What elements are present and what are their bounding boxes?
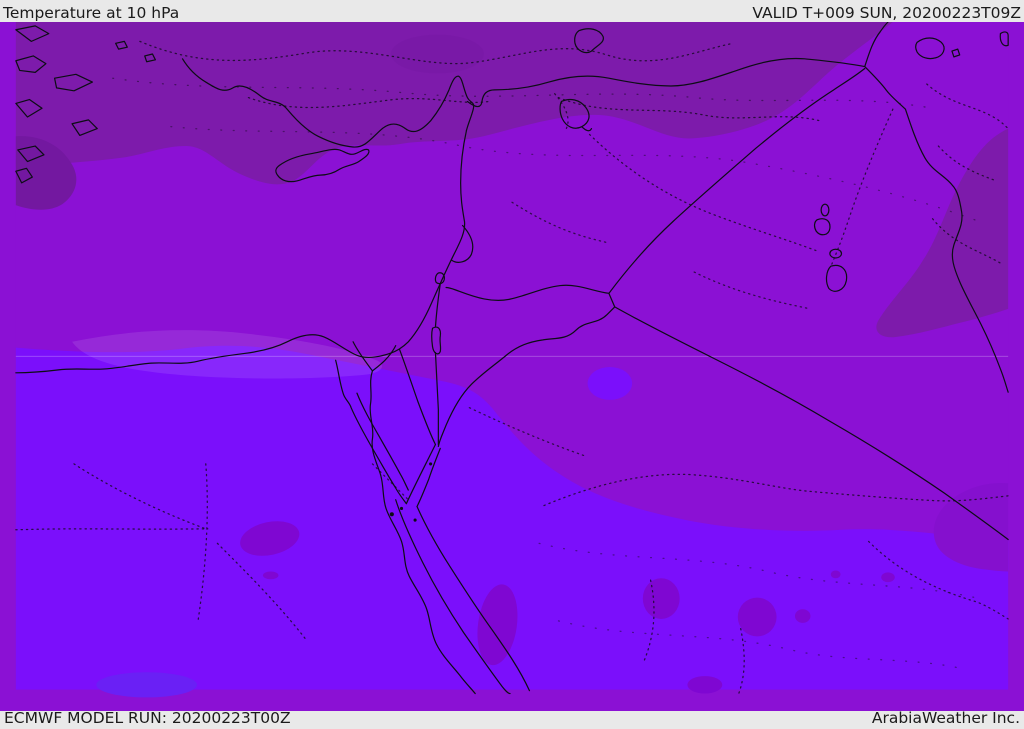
- purple-blob: [737, 597, 777, 637]
- island-dot: [399, 506, 404, 511]
- model-run-label: ECMWF MODEL RUN: 20200223T00Z: [4, 709, 291, 728]
- purple-blob: [830, 570, 841, 579]
- purple-blob: [794, 609, 811, 623]
- blue-violet-blob: [96, 672, 198, 698]
- map-title: Temperature at 10 hPa: [3, 3, 180, 22]
- purple-blob: [687, 676, 723, 694]
- island-dot: [413, 518, 417, 522]
- island-dot: [389, 512, 394, 517]
- purple-blob: [262, 571, 279, 580]
- purple-blob: [881, 572, 895, 583]
- brand-label: ArabiaWeather Inc.: [871, 709, 1020, 728]
- valid-time-label: VALID T+009 SUN, 20200223T09Z: [752, 3, 1021, 22]
- weather-map-footer: ECMWF MODEL RUN: 20200223T00Z ArabiaWeat…: [0, 711, 1024, 729]
- purple-blob: [642, 578, 680, 619]
- band-darkest-anatolia-patch: [390, 34, 484, 74]
- weather-map-canvas: [15, 22, 1009, 698]
- band-bright-jordan-blob: [587, 366, 633, 400]
- island-dot: [429, 462, 433, 466]
- temperature-bands: [15, 22, 1009, 698]
- weather-map-header: Temperature at 10 hPa VALID T+009 SUN, 2…: [0, 0, 1024, 22]
- weather-map-app: Temperature at 10 hPa VALID T+009 SUN, 2…: [0, 0, 1024, 729]
